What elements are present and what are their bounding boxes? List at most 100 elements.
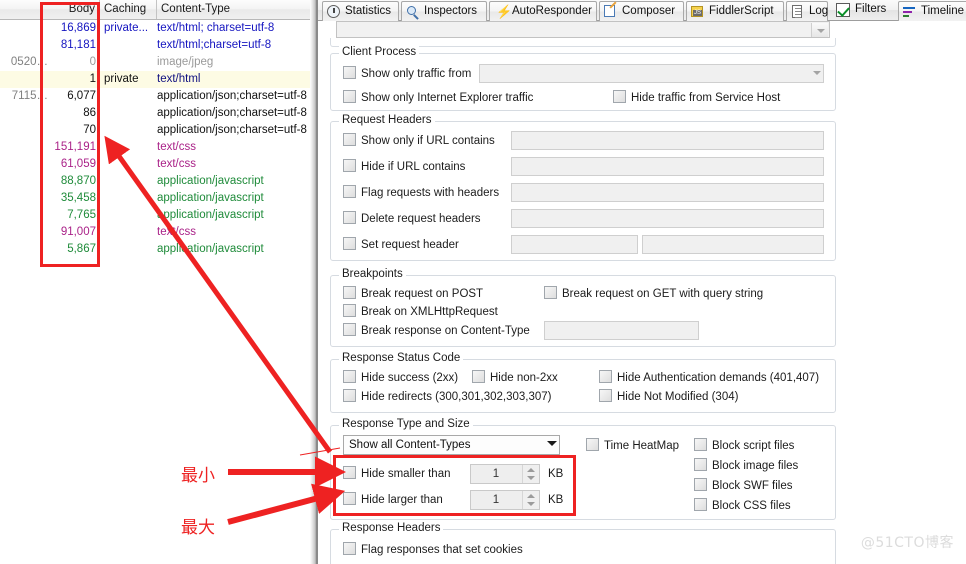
checkbox-delete-request-headers[interactable] <box>343 211 356 224</box>
label-break-request-post: Break request on POST <box>361 288 484 300</box>
input-show-only-url-contains[interactable] <box>511 131 824 150</box>
tab-label: AutoResponder <box>512 5 592 17</box>
checkbox-block-script-files[interactable] <box>694 438 707 451</box>
checkbox-row-hide-url-contains[interactable]: Hide if URL contains <box>343 159 465 173</box>
input-set-request-header-name[interactable] <box>511 235 638 254</box>
checkbox-flag-set-cookies[interactable] <box>343 542 356 555</box>
label-break-request-get-query: Break request on GET with query string <box>562 288 764 300</box>
checkbox-show-only-traffic-from[interactable] <box>343 66 356 79</box>
timeline-icon <box>903 5 917 19</box>
checkbox-hide-service-host[interactable] <box>613 90 626 103</box>
tab-strip: Filters Statistics Inspectors ⚡ AutoRespond… <box>318 0 966 21</box>
checkbox-row-break-response-content-type[interactable]: Break response on Content-Type <box>343 323 530 337</box>
checkbox-row-flag-set-cookies[interactable]: Flag responses that set cookies <box>343 542 523 556</box>
checkbox-block-css-files[interactable] <box>694 498 707 511</box>
input-hide-url-contains[interactable] <box>511 157 824 176</box>
checkbox-row-time-heatmap[interactable]: Time HeatMap <box>586 438 679 452</box>
tab-autoresponder[interactable]: ⚡ AutoResponder <box>489 1 597 21</box>
input-delete-request-headers[interactable] <box>511 209 824 228</box>
scrolled-combobox[interactable] <box>336 21 830 38</box>
cell-content-type: application/json;charset=utf-8 <box>157 124 307 136</box>
checkbox-time-heatmap[interactable] <box>586 438 599 451</box>
filters-label: Filters <box>855 3 887 15</box>
label-delete-request-headers: Delete request headers <box>361 213 481 225</box>
column-header-content-type[interactable]: Content-Type <box>157 0 310 19</box>
tab-statistics[interactable]: Statistics <box>322 1 399 21</box>
checkbox-block-swf-files[interactable] <box>694 478 707 491</box>
cell-content-type: application/javascript <box>157 192 264 204</box>
cell-content-type: application/javascript <box>157 175 264 187</box>
checkbox-break-request-post[interactable] <box>343 286 356 299</box>
label-hide-url-contains: Hide if URL contains <box>361 161 466 173</box>
filters-checkbox[interactable] <box>836 3 850 17</box>
checkbox-break-response-content-type[interactable] <box>343 323 356 336</box>
checkbox-row-block-swf-files[interactable]: Block SWF files <box>694 478 793 492</box>
checkbox-break-request-get-query[interactable] <box>544 286 557 299</box>
checkbox-hide-redirects[interactable] <box>343 389 356 402</box>
chevron-down-icon[interactable] <box>811 23 828 37</box>
process-combobox[interactable] <box>479 64 824 83</box>
content-type-combobox[interactable]: Show all Content-Types <box>343 435 560 455</box>
group-client-process: Client Process Show only traffic from Sh… <box>330 46 836 111</box>
column-header-caching[interactable]: Caching <box>100 0 157 19</box>
label-show-only-traffic-from: Show only traffic from <box>361 68 472 80</box>
checkbox-block-image-files[interactable] <box>694 458 707 471</box>
label-hide-service-host: Hide traffic from Service Host <box>631 92 781 104</box>
checkbox-row-hide-not-modified[interactable]: Hide Not Modified (304) <box>599 389 738 403</box>
tab-composer[interactable]: Composer <box>599 1 684 21</box>
label-flag-requests-with-headers: Flag requests with headers <box>361 187 500 199</box>
checkbox-row-flag-requests-with-headers[interactable]: Flag requests with headers <box>343 185 499 199</box>
cell-caching: private <box>104 73 139 85</box>
checkbox-row-break-xhr[interactable]: Break on XMLHttpRequest <box>343 304 498 318</box>
cell-content-type: text/html;charset=utf-8 <box>157 39 272 51</box>
group-legend-response-headers: Response Headers <box>339 522 444 534</box>
group-breakpoints: Breakpoints Break request on POST Break … <box>330 268 836 347</box>
cell-content-type: text/css <box>157 158 196 170</box>
checkbox-flag-requests-with-headers[interactable] <box>343 185 356 198</box>
checkbox-hide-non2xx[interactable] <box>472 370 485 383</box>
tab-fiddlerscript[interactable]: FiddlerScript <box>686 1 784 21</box>
checkbox-row-show-only-traffic-from[interactable]: Show only traffic from <box>343 66 471 80</box>
cell-content-type: application/javascript <box>157 243 264 255</box>
checkbox-hide-url-contains[interactable] <box>343 159 356 172</box>
group-legend-request-headers: Request Headers <box>339 114 435 126</box>
checkbox-row-hide-non2xx[interactable]: Hide non-2xx <box>472 370 558 384</box>
cell-content-type: application/json;charset=utf-8 <box>157 90 307 102</box>
checkbox-row-block-image-files[interactable]: Block image files <box>694 458 798 472</box>
label-break-xhr: Break on XMLHttpRequest <box>361 306 498 318</box>
group-legend-breakpoints: Breakpoints <box>339 268 406 280</box>
content-type-combobox-value: Show all Content-Types <box>349 439 471 451</box>
chevron-down-icon[interactable] <box>813 71 821 75</box>
chevron-down-icon[interactable] <box>547 441 557 446</box>
tab-inspectors[interactable]: Inspectors <box>401 1 487 21</box>
checkbox-show-only-url-contains[interactable] <box>343 133 356 146</box>
checkbox-row-show-only-url-contains[interactable]: Show only if URL contains <box>343 133 495 147</box>
tab-log[interactable]: Log <box>786 1 828 21</box>
checkbox-row-delete-request-headers[interactable]: Delete request headers <box>343 211 481 225</box>
label-flag-set-cookies: Flag responses that set cookies <box>361 544 523 556</box>
checkbox-row-break-request-get-query[interactable]: Break request on GET with query string <box>544 286 763 300</box>
checkbox-row-hide-success[interactable]: Hide success (2xx) <box>343 370 458 384</box>
group-response-headers: Response Headers Flag responses that set… <box>330 522 836 564</box>
checkbox-row-block-script-files[interactable]: Block script files <box>694 438 794 452</box>
checkbox-show-only-ie[interactable] <box>343 90 356 103</box>
tab-timeline[interactable]: Timeline <box>898 1 966 21</box>
checkbox-hide-not-modified[interactable] <box>599 389 612 402</box>
checkbox-row-show-only-ie[interactable]: Show only Internet Explorer traffic <box>343 90 533 104</box>
input-set-request-header-value[interactable] <box>642 235 824 254</box>
annotation-box-size-filters <box>333 455 576 516</box>
input-flag-requests-with-headers[interactable] <box>511 183 824 202</box>
checkbox-hide-success[interactable] <box>343 370 356 383</box>
label-block-image-files: Block image files <box>712 460 799 472</box>
checkbox-row-hide-auth-demands[interactable]: Hide Authentication demands (401,407) <box>599 370 819 384</box>
checkbox-row-block-css-files[interactable]: Block CSS files <box>694 498 791 512</box>
group-legend-response-status-code: Response Status Code <box>339 352 464 364</box>
checkbox-set-request-header[interactable] <box>343 237 356 250</box>
checkbox-row-break-request-post[interactable]: Break request on POST <box>343 286 483 300</box>
checkbox-hide-auth-demands[interactable] <box>599 370 612 383</box>
checkbox-row-set-request-header[interactable]: Set request header <box>343 237 459 251</box>
checkbox-row-hide-service-host[interactable]: Hide traffic from Service Host <box>613 90 780 104</box>
checkbox-break-xhr[interactable] <box>343 304 356 317</box>
checkbox-row-hide-redirects[interactable]: Hide redirects (300,301,302,303,307) <box>343 389 552 403</box>
input-break-response-content-type[interactable] <box>544 321 699 340</box>
